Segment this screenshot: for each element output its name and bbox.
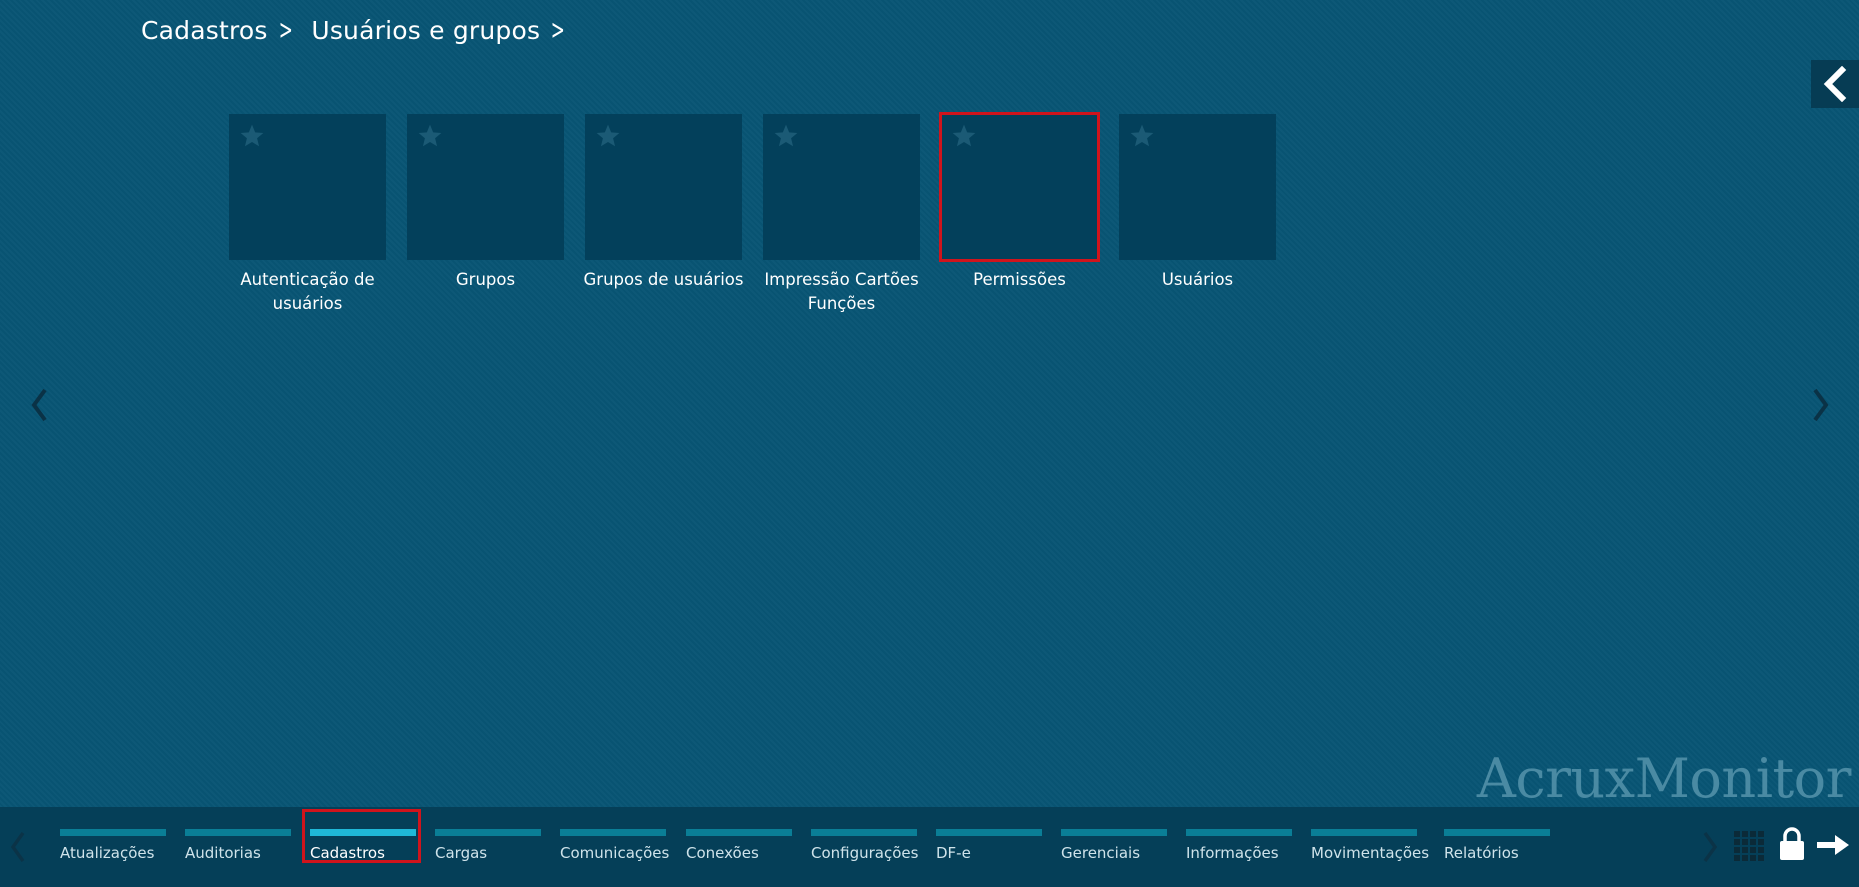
- tile-label: Usuários: [1161, 270, 1234, 289]
- category-label: Atualizações: [60, 844, 155, 862]
- category-cargas[interactable]: Cargas: [435, 829, 541, 869]
- chevron-right-icon: >: [550, 13, 566, 46]
- category-scroll-left-icon[interactable]: [7, 827, 29, 867]
- category-bar-indicator: [1061, 829, 1167, 836]
- category-scroll-right-icon[interactable]: [1699, 827, 1721, 867]
- category-conexoes[interactable]: Conexões: [686, 829, 792, 869]
- category-bar-indicator: [686, 829, 792, 836]
- category-cadastros[interactable]: Cadastros: [310, 829, 416, 869]
- collapse-panel-button[interactable]: [1811, 60, 1859, 108]
- tile-permissoes[interactable]: Permissões: [939, 112, 1100, 316]
- lock-icon[interactable]: [1778, 826, 1806, 862]
- tile-label: Impressão Cartões Funções: [764, 270, 919, 313]
- tile-label: Autenticação de usuários: [240, 270, 375, 313]
- category-informacoes[interactable]: Informações: [1186, 829, 1292, 869]
- tile-autenticacao-de-usuarios[interactable]: Autenticação de usuários: [229, 114, 386, 316]
- category-bar-indicator: [1444, 829, 1550, 836]
- breadcrumb-label: Cadastros: [141, 15, 268, 45]
- next-page-arrow-icon[interactable]: [1805, 380, 1835, 430]
- tile-usuarios[interactable]: Usuários: [1119, 114, 1276, 316]
- category-label: Configurações: [811, 844, 919, 862]
- category-bar-indicator: [1311, 829, 1417, 836]
- tile-grid: Autenticação de usuários Grupos Grupos d…: [229, 112, 1276, 316]
- category-auditorias[interactable]: Auditorias: [185, 829, 291, 869]
- tile-label: Permissões: [973, 270, 1066, 289]
- star-icon[interactable]: [1129, 123, 1155, 149]
- category-label: Conexões: [686, 844, 759, 862]
- category-label: Auditorias: [185, 844, 261, 862]
- category-bar-indicator: [185, 829, 291, 836]
- tile-grupos-de-usuarios[interactable]: Grupos de usuários: [584, 114, 744, 316]
- tile-grupos[interactable]: Grupos: [407, 114, 564, 316]
- tile-box[interactable]: [407, 114, 564, 260]
- category-bar-indicator: [811, 829, 917, 836]
- tile-box[interactable]: [229, 114, 386, 260]
- category-relatorios[interactable]: Relatórios: [1444, 829, 1550, 869]
- tile-box[interactable]: [1119, 114, 1276, 260]
- category-configuracoes[interactable]: Configurações: [811, 829, 919, 869]
- breadcrumb-item-usuarios-e-grupos[interactable]: Usuários e grupos >: [311, 16, 584, 45]
- chevron-right-icon: >: [278, 13, 293, 46]
- category-comunicacoes[interactable]: Comunicações: [560, 829, 670, 869]
- breadcrumb-label: Usuários e grupos: [311, 15, 541, 45]
- star-icon[interactable]: [239, 123, 265, 149]
- category-bar-indicator: [310, 829, 416, 836]
- grid-icon[interactable]: [1733, 830, 1767, 864]
- category-label: Comunicações: [560, 844, 670, 862]
- tile-impressao-cartoes-funcoes[interactable]: Impressão Cartões Funções: [763, 114, 920, 316]
- tile-box[interactable]: [585, 114, 742, 260]
- category-movimentacoes[interactable]: Movimentações: [1311, 829, 1430, 869]
- brand-logo: AcruxMonitor: [1476, 747, 1852, 810]
- star-icon[interactable]: [595, 123, 621, 149]
- category-bar-indicator: [435, 829, 541, 836]
- arrow-right-icon[interactable]: [1815, 831, 1851, 859]
- star-icon[interactable]: [773, 123, 799, 149]
- category-bar-indicator: [936, 829, 1042, 836]
- star-icon[interactable]: [951, 123, 977, 149]
- tile-label: Grupos de usuários: [583, 270, 744, 289]
- category-atualizacoes[interactable]: Atualizações: [60, 829, 166, 869]
- chevron-left-icon: [1823, 66, 1847, 102]
- category-bar-indicator: [560, 829, 666, 836]
- tile-box[interactable]: [939, 112, 1100, 262]
- category-label: Relatórios: [1444, 844, 1519, 862]
- category-label: Movimentações: [1311, 844, 1430, 862]
- category-label: DF-e: [936, 844, 971, 862]
- tile-label: Grupos: [455, 270, 516, 289]
- previous-page-arrow-icon[interactable]: [25, 380, 55, 430]
- star-icon[interactable]: [417, 123, 443, 149]
- category-label: Gerenciais: [1061, 844, 1141, 862]
- category-gerenciais[interactable]: Gerenciais: [1061, 829, 1167, 869]
- category-label: Cadastros: [310, 844, 385, 862]
- category-bar-indicator: [1186, 829, 1292, 836]
- category-label: Informações: [1186, 844, 1279, 862]
- category-bar-indicator: [60, 829, 166, 836]
- tile-box[interactable]: [763, 114, 920, 260]
- category-bar: Atualizações Auditorias Cadastros Cargas…: [0, 807, 1859, 887]
- breadcrumb: Cadastros > Usuários e grupos >: [141, 12, 584, 48]
- breadcrumb-item-cadastros[interactable]: Cadastros >: [141, 16, 311, 45]
- category-label: Cargas: [435, 844, 488, 862]
- category-df-e[interactable]: DF-e: [936, 829, 1042, 869]
